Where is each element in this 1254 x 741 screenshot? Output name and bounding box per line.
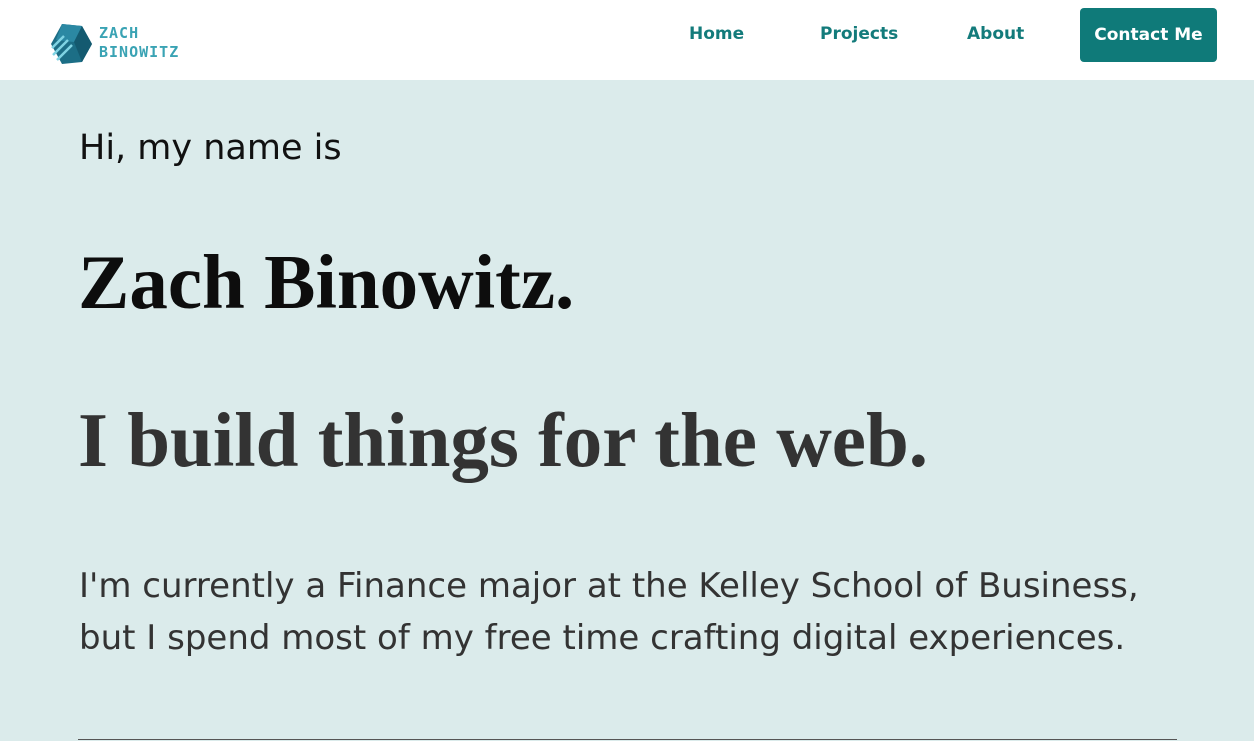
navbar: ZACH BINOWITZ Home Projects About Contac… <box>0 0 1254 80</box>
hero-name: Zach Binowitz. <box>78 239 575 325</box>
hero-tagline: I build things for the web. <box>78 397 929 483</box>
home-logo-link[interactable]: ZACH BINOWITZ <box>48 22 198 66</box>
hero-intro: Hi, my name is <box>79 128 342 168</box>
brand-line-2: BINOWITZ <box>99 43 180 61</box>
nav-home-link[interactable]: Home <box>689 24 744 48</box>
brand-line-1: ZACH <box>99 24 140 42</box>
nav-about-link[interactable]: About <box>967 24 1024 48</box>
cube-logo-icon <box>51 24 92 64</box>
section-divider <box>78 739 1177 740</box>
brand-wordmark: ZACH BINOWITZ <box>99 24 179 62</box>
nav-projects-link[interactable]: Projects <box>820 24 898 48</box>
hero-bio: I'm currently a Finance major at the Kel… <box>79 566 1139 658</box>
contact-me-button[interactable]: Contact Me <box>1080 8 1217 62</box>
